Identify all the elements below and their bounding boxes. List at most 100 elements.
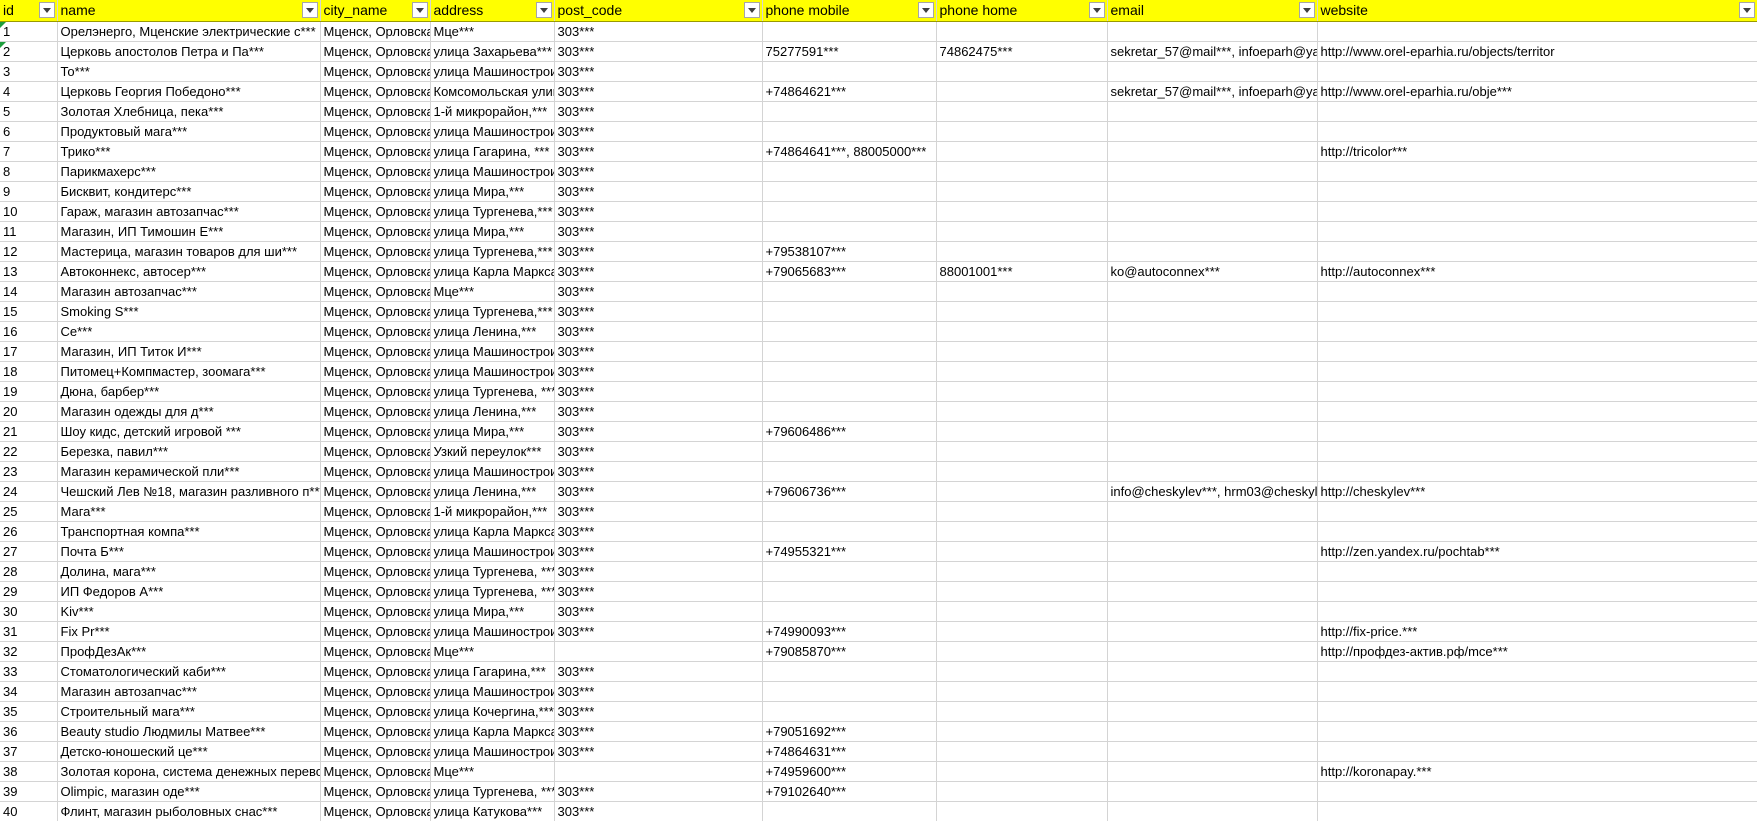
cell-name[interactable]: Стоматологический каби***	[57, 661, 321, 682]
cell-website[interactable]	[1317, 501, 1757, 522]
cell-website[interactable]	[1317, 201, 1757, 222]
cell-city-name[interactable]: Мценск, Орловская	[320, 161, 431, 182]
cell-email[interactable]	[1107, 501, 1318, 522]
cell-phone-home[interactable]	[936, 521, 1108, 542]
cell-email[interactable]	[1107, 801, 1318, 821]
cell-post-code[interactable]: 303***	[554, 781, 763, 802]
cell-website[interactable]: http://www.orel-eparhia.ru/obje***	[1317, 81, 1757, 102]
cell-address[interactable]: улица Захарьева***	[430, 41, 555, 62]
cell-email[interactable]	[1107, 301, 1318, 322]
cell-name[interactable]: Kiv***	[57, 601, 321, 622]
cell-email[interactable]	[1107, 681, 1318, 702]
cell-name[interactable]: Трико***	[57, 141, 321, 162]
cell-post-code[interactable]: 303***	[554, 181, 763, 202]
cell-name[interactable]: Шоу кидс, детский игровой ***	[57, 421, 321, 442]
cell-post-code[interactable]: 303***	[554, 801, 763, 821]
cell-city-name[interactable]: Мценск, Орловская	[320, 601, 431, 622]
cell-id[interactable]: 10	[0, 201, 58, 222]
cell-post-code[interactable]: 303***	[554, 321, 763, 342]
cell-phone-home[interactable]	[936, 301, 1108, 322]
cell-phone-home[interactable]	[936, 761, 1108, 782]
cell-address[interactable]: улица Тургенева, ***	[430, 781, 555, 802]
cell-phone-mobile[interactable]	[762, 381, 937, 402]
cell-email[interactable]	[1107, 561, 1318, 582]
cell-post-code[interactable]: 303***	[554, 61, 763, 82]
cell-phone-home[interactable]	[936, 681, 1108, 702]
cell-address[interactable]: улица Мира,***	[430, 221, 555, 242]
cell-phone-home[interactable]	[936, 361, 1108, 382]
cell-phone-home[interactable]	[936, 141, 1108, 162]
cell-address[interactable]: улица Мира,***	[430, 181, 555, 202]
cell-name[interactable]: Автоконнекс, автосер***	[57, 261, 321, 282]
cell-address[interactable]: улица Машиностроит	[430, 741, 555, 762]
cell-id[interactable]: 33	[0, 661, 58, 682]
cell-website[interactable]	[1317, 801, 1757, 821]
filter-dropdown-icon[interactable]	[301, 2, 318, 18]
cell-phone-mobile[interactable]	[762, 161, 937, 182]
cell-phone-mobile[interactable]	[762, 681, 937, 702]
filter-dropdown-icon[interactable]	[535, 2, 552, 18]
cell-name[interactable]: Smoking S***	[57, 301, 321, 322]
cell-name[interactable]: Питомец+Компмастер, зоомага***	[57, 361, 321, 382]
cell-name[interactable]: Мага***	[57, 501, 321, 522]
cell-name[interactable]: Флинт, магазин рыболовных снас***	[57, 801, 321, 821]
cell-post-code[interactable]: 303***	[554, 461, 763, 482]
cell-post-code[interactable]: 303***	[554, 621, 763, 642]
cell-email[interactable]	[1107, 181, 1318, 202]
cell-website[interactable]	[1317, 221, 1757, 242]
cell-post-code[interactable]: 303***	[554, 741, 763, 762]
cell-address[interactable]: улица Машиностроит	[430, 541, 555, 562]
cell-phone-home[interactable]	[936, 21, 1108, 42]
cell-website[interactable]: http://www.orel-eparhia.ru/objects/terri…	[1317, 41, 1757, 62]
cell-post-code[interactable]: 303***	[554, 201, 763, 222]
cell-email[interactable]	[1107, 461, 1318, 482]
cell-email[interactable]	[1107, 761, 1318, 782]
cell-email[interactable]	[1107, 441, 1318, 462]
cell-phone-mobile[interactable]: +79606486***	[762, 421, 937, 442]
cell-city-name[interactable]: Мценск, Орловская	[320, 101, 431, 122]
cell-id[interactable]: 4	[0, 81, 58, 102]
cell-email[interactable]	[1107, 581, 1318, 602]
cell-website[interactable]: http://профдез-актив.рф/mce***	[1317, 641, 1757, 662]
cell-post-code[interactable]: 303***	[554, 341, 763, 362]
cell-phone-home[interactable]	[936, 181, 1108, 202]
cell-website[interactable]	[1317, 321, 1757, 342]
cell-id[interactable]: 11	[0, 221, 58, 242]
cell-id[interactable]: 19	[0, 381, 58, 402]
cell-id[interactable]: 27	[0, 541, 58, 562]
cell-email[interactable]	[1107, 401, 1318, 422]
cell-id[interactable]: 9	[0, 181, 58, 202]
cell-email[interactable]	[1107, 521, 1318, 542]
cell-address[interactable]: улица Катукова***	[430, 801, 555, 821]
cell-address[interactable]: Узкий переулок***	[430, 441, 555, 462]
cell-phone-home[interactable]: 88001001***	[936, 261, 1108, 282]
cell-city-name[interactable]: Мценск, Орловская	[320, 401, 431, 422]
cell-post-code[interactable]: 303***	[554, 261, 763, 282]
cell-phone-home[interactable]	[936, 401, 1108, 422]
cell-address[interactable]: улица Машиностроит	[430, 681, 555, 702]
cell-phone-home[interactable]	[936, 541, 1108, 562]
cell-address[interactable]: 1-й микрорайон,***	[430, 501, 555, 522]
cell-phone-mobile[interactable]: +79538107***	[762, 241, 937, 262]
cell-address[interactable]: улица Мира,***	[430, 601, 555, 622]
cell-city-name[interactable]: Мценск, Орловская	[320, 381, 431, 402]
cell-email[interactable]	[1107, 321, 1318, 342]
cell-phone-mobile[interactable]: +74864631***	[762, 741, 937, 762]
cell-post-code[interactable]: 303***	[554, 521, 763, 542]
cell-name[interactable]: Березка, павил***	[57, 441, 321, 462]
cell-phone-home[interactable]	[936, 661, 1108, 682]
cell-id[interactable]: 25	[0, 501, 58, 522]
cell-city-name[interactable]: Мценск, Орловская	[320, 261, 431, 282]
cell-id[interactable]: 8	[0, 161, 58, 182]
cell-city-name[interactable]: Мценск, Орловская	[320, 21, 431, 42]
cell-address[interactable]: Мце***	[430, 281, 555, 302]
cell-phone-home[interactable]	[936, 781, 1108, 802]
cell-email[interactable]	[1107, 361, 1318, 382]
cell-address[interactable]: улица Тургенева, ***	[430, 381, 555, 402]
cell-city-name[interactable]: Мценск, Орловская	[320, 481, 431, 502]
cell-address[interactable]: улица Карла Маркса,*	[430, 521, 555, 542]
cell-website[interactable]	[1317, 121, 1757, 142]
cell-phone-mobile[interactable]	[762, 341, 937, 362]
cell-name[interactable]: Золотая корона, система денежных перево*…	[57, 761, 321, 782]
cell-phone-mobile[interactable]	[762, 501, 937, 522]
